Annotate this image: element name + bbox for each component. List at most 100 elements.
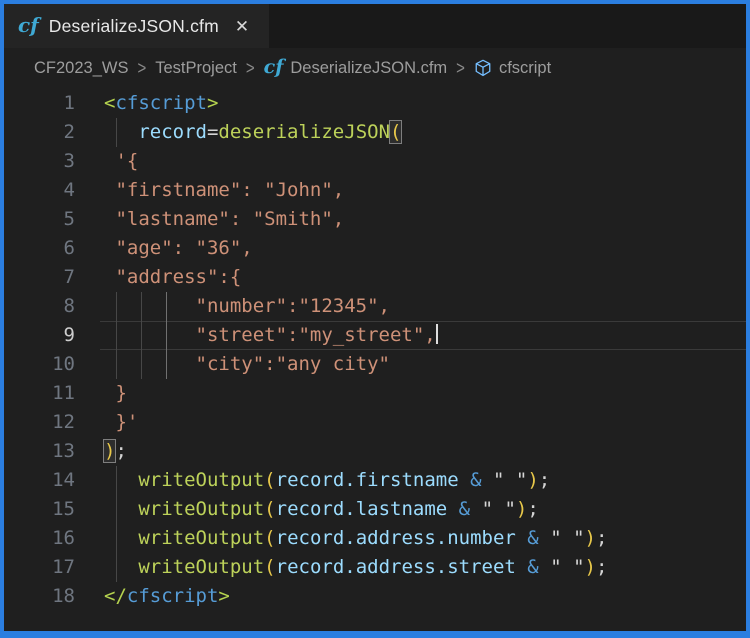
code-text: }' xyxy=(100,408,746,437)
line-number: 4 xyxy=(4,176,100,205)
breadcrumb-item-symbol[interactable]: cfscript xyxy=(474,59,551,78)
indent-guide xyxy=(166,292,167,321)
indent-guide xyxy=(166,350,167,379)
code-token: ( xyxy=(264,498,275,520)
code-token: } xyxy=(104,382,127,404)
code-line[interactable]: 9 "street":"my_street", xyxy=(4,321,746,350)
indent-guide xyxy=(116,321,117,350)
code-token: ; xyxy=(539,469,550,491)
line-number: 12 xyxy=(4,408,100,437)
editor-window: cf DeserializeJSON.cfm ✕ CF2023_WS > Tes… xyxy=(0,0,750,638)
line-number: 10 xyxy=(4,350,100,379)
breadcrumb-label: DeserializeJSON.cfm xyxy=(290,59,447,78)
code-token: & xyxy=(527,527,538,549)
code-token: deserializeJSON xyxy=(218,121,390,143)
code-line[interactable]: 6 "age": "36", xyxy=(4,234,746,263)
code-token: > xyxy=(207,92,218,114)
code-lines: 1<cfscript>2 record=deserializeJSON(3 '{… xyxy=(4,89,746,611)
indent-guide xyxy=(166,321,167,350)
code-text: } xyxy=(100,379,746,408)
code-line[interactable]: 14 writeOutput(record.firstname & " "); xyxy=(4,466,746,495)
code-line[interactable]: 5 "lastname": "Smith", xyxy=(4,205,746,234)
indent-guide xyxy=(116,466,117,495)
code-token: "lastname": "Smith", xyxy=(104,208,344,230)
code-token: writeOutput xyxy=(138,469,264,491)
code-line[interactable]: 2 record=deserializeJSON( xyxy=(4,118,746,147)
code-token xyxy=(104,556,138,578)
code-text: writeOutput(record.firstname & " "); xyxy=(100,466,746,495)
breadcrumb-item-workspace[interactable]: CF2023_WS xyxy=(34,59,128,78)
indent-guide xyxy=(141,350,142,379)
code-line[interactable]: 17 writeOutput(record.address.street & "… xyxy=(4,553,746,582)
line-number: 16 xyxy=(4,524,100,553)
line-number: 7 xyxy=(4,263,100,292)
code-token: ) xyxy=(527,469,538,491)
code-token: ) xyxy=(104,440,115,462)
tab-deserializejson[interactable]: cf DeserializeJSON.cfm ✕ xyxy=(4,4,269,48)
indent-guide xyxy=(116,495,117,524)
code-line[interactable]: 15 writeOutput(record.lastname & " "); xyxy=(4,495,746,524)
code-text: writeOutput(record.address.street & " ")… xyxy=(100,553,746,582)
code-token xyxy=(104,527,138,549)
code-line[interactable]: 10 "city":"any city" xyxy=(4,350,746,379)
code-token xyxy=(516,556,527,578)
code-text: </cfscript> xyxy=(100,582,746,611)
code-line[interactable]: 4 "firstname": "John", xyxy=(4,176,746,205)
code-token: writeOutput xyxy=(138,498,264,520)
code-token: ; xyxy=(596,527,607,549)
close-icon[interactable]: ✕ xyxy=(235,18,249,35)
breadcrumb-item-file[interactable]: cf DeserializeJSON.cfm xyxy=(264,59,448,78)
indent-guide xyxy=(116,350,117,379)
code-token xyxy=(104,469,138,491)
code-token: record.address.number xyxy=(276,527,516,549)
code-line[interactable]: 16 writeOutput(record.address.number & "… xyxy=(4,524,746,553)
chevron-right-icon: > xyxy=(456,57,465,78)
code-token: record.firstname xyxy=(276,469,459,491)
code-line[interactable]: 3 '{ xyxy=(4,147,746,176)
code-token xyxy=(482,469,493,491)
line-number: 17 xyxy=(4,553,100,582)
code-token: ( xyxy=(264,469,275,491)
text-cursor xyxy=(436,324,438,344)
chevron-right-icon: > xyxy=(246,57,255,78)
code-text: writeOutput(record.address.number & " ")… xyxy=(100,524,746,553)
code-token: cfscript xyxy=(115,92,207,114)
indent-guide xyxy=(116,118,117,147)
chevron-right-icon: > xyxy=(137,57,146,78)
window-content: cf DeserializeJSON.cfm ✕ CF2023_WS > Tes… xyxy=(4,4,746,631)
code-token: "age": "36", xyxy=(104,237,253,259)
code-line[interactable]: 1<cfscript> xyxy=(4,89,746,118)
code-token xyxy=(539,556,550,578)
code-token: " " xyxy=(550,556,584,578)
code-line[interactable]: 12 }' xyxy=(4,408,746,437)
code-token: & xyxy=(470,469,481,491)
code-token xyxy=(516,527,527,549)
code-editor[interactable]: 1<cfscript>2 record=deserializeJSON(3 '{… xyxy=(4,88,746,631)
code-token: </ xyxy=(104,585,127,607)
line-number: 2 xyxy=(4,118,100,147)
code-token xyxy=(104,121,138,143)
code-token: "city":"any city" xyxy=(104,353,390,375)
line-number: 8 xyxy=(4,292,100,321)
code-line[interactable]: 8 "number":"12345", xyxy=(4,292,746,321)
code-token: & xyxy=(527,556,538,578)
code-line[interactable]: 13); xyxy=(4,437,746,466)
code-token: ; xyxy=(115,440,126,462)
code-token: ( xyxy=(264,556,275,578)
code-line[interactable]: 11 } xyxy=(4,379,746,408)
code-line[interactable]: 7 "address":{ xyxy=(4,263,746,292)
code-text: '{ xyxy=(100,147,746,176)
line-number: 15 xyxy=(4,495,100,524)
code-token: record.address.street xyxy=(276,556,516,578)
line-number: 14 xyxy=(4,466,100,495)
code-token: " " xyxy=(482,498,516,520)
code-token: & xyxy=(459,498,470,520)
code-token: ( xyxy=(264,527,275,549)
breadcrumb-item-project[interactable]: TestProject xyxy=(155,59,237,78)
code-token xyxy=(459,469,470,491)
code-line[interactable]: 18</cfscript> xyxy=(4,582,746,611)
code-token xyxy=(104,498,138,520)
code-text: <cfscript> xyxy=(100,89,746,118)
line-number: 11 xyxy=(4,379,100,408)
code-text: "city":"any city" xyxy=(100,350,746,379)
